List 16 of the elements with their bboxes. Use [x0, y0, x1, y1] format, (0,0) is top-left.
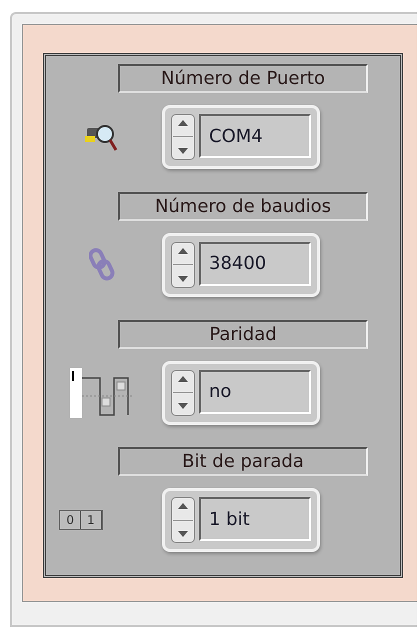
spinner-buttons[interactable]	[171, 370, 195, 416]
value-field[interactable]: 1 bit	[199, 497, 311, 542]
setting-label: Paridad	[118, 320, 368, 348]
setting-label: Número de Puerto	[118, 64, 368, 93]
chain-link-icon	[89, 246, 115, 283]
magnifier-icon	[85, 122, 119, 152]
spinner-buttons[interactable]	[171, 497, 195, 544]
value-field[interactable]: COM4	[199, 114, 311, 158]
value-field[interactable]: 38400	[199, 242, 311, 286]
spinner-buttons[interactable]	[171, 242, 195, 288]
waveform-icon	[70, 368, 134, 418]
setting-label: Número de baudios	[118, 192, 368, 221]
setting-label: Bit de parada	[118, 447, 368, 476]
value-field[interactable]: no	[199, 370, 311, 414]
bit-toggle-icon: 0 1	[59, 510, 103, 530]
spinner-buttons[interactable]	[171, 114, 195, 160]
